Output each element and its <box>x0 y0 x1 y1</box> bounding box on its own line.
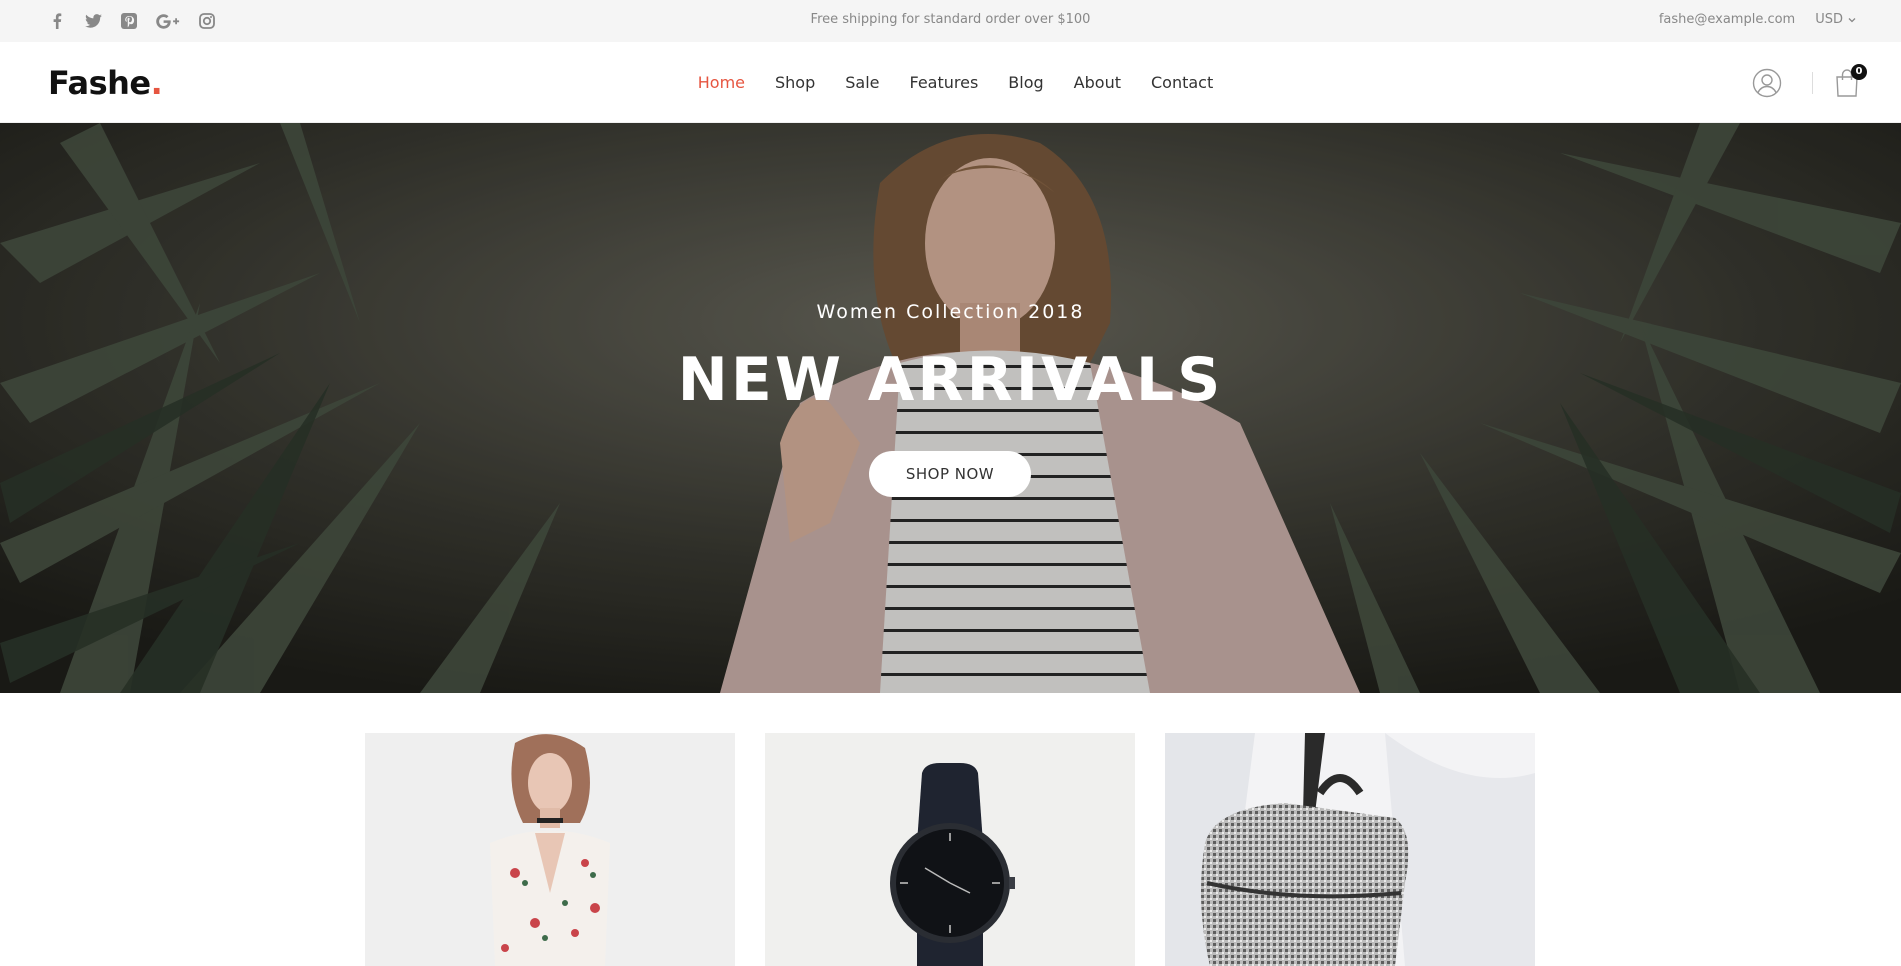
chevron-down-icon <box>1848 17 1856 22</box>
product-card-watch[interactable] <box>765 733 1135 966</box>
contact-email[interactable]: fashe@example.com <box>1659 12 1795 27</box>
hero-subtitle: Women Collection 2018 <box>816 301 1085 323</box>
nav-contact[interactable]: Contact <box>1151 73 1213 92</box>
product-card-backpack[interactable] <box>1165 733 1535 966</box>
featured-products <box>365 733 1535 966</box>
nav-features[interactable]: Features <box>910 73 979 92</box>
hero-banner: Women Collection 2018 NEW ARRIVALS SHOP … <box>0 123 1901 693</box>
site-header: Fashe. Home Shop Sale Features Blog Abou… <box>0 42 1901 123</box>
hero-title: NEW ARRIVALS <box>677 345 1224 415</box>
floral-dress-image <box>365 733 735 966</box>
product-card-dress[interactable] <box>365 733 735 966</box>
nav-about[interactable]: About <box>1074 73 1121 92</box>
cart-button[interactable]: 0 <box>1835 64 1867 98</box>
currency-select[interactable]: USD <box>1815 12 1856 27</box>
nav-home[interactable]: Home <box>698 73 745 92</box>
shipping-notice: Free shipping for standard order over $1… <box>810 12 1091 27</box>
currency-value: USD <box>1815 12 1843 27</box>
top-right: fashe@example.com USD <box>1659 12 1856 27</box>
nav-blog[interactable]: Blog <box>1008 73 1043 92</box>
main-nav: Home Shop Sale Features Blog About Conta… <box>0 73 1901 92</box>
knit-backpack-image <box>1165 733 1535 966</box>
shop-now-button[interactable]: SHOP NOW <box>869 451 1031 497</box>
nav-shop[interactable]: Shop <box>775 73 815 92</box>
user-account-icon[interactable] <box>1752 68 1782 98</box>
top-bar: Free shipping for standard order over $1… <box>0 0 1901 42</box>
header-icons: 0 <box>1752 64 1867 98</box>
header-divider <box>1812 72 1813 94</box>
nav-sale[interactable]: Sale <box>845 73 879 92</box>
black-watch-image <box>765 733 1135 966</box>
cart-count-badge: 0 <box>1851 64 1867 80</box>
